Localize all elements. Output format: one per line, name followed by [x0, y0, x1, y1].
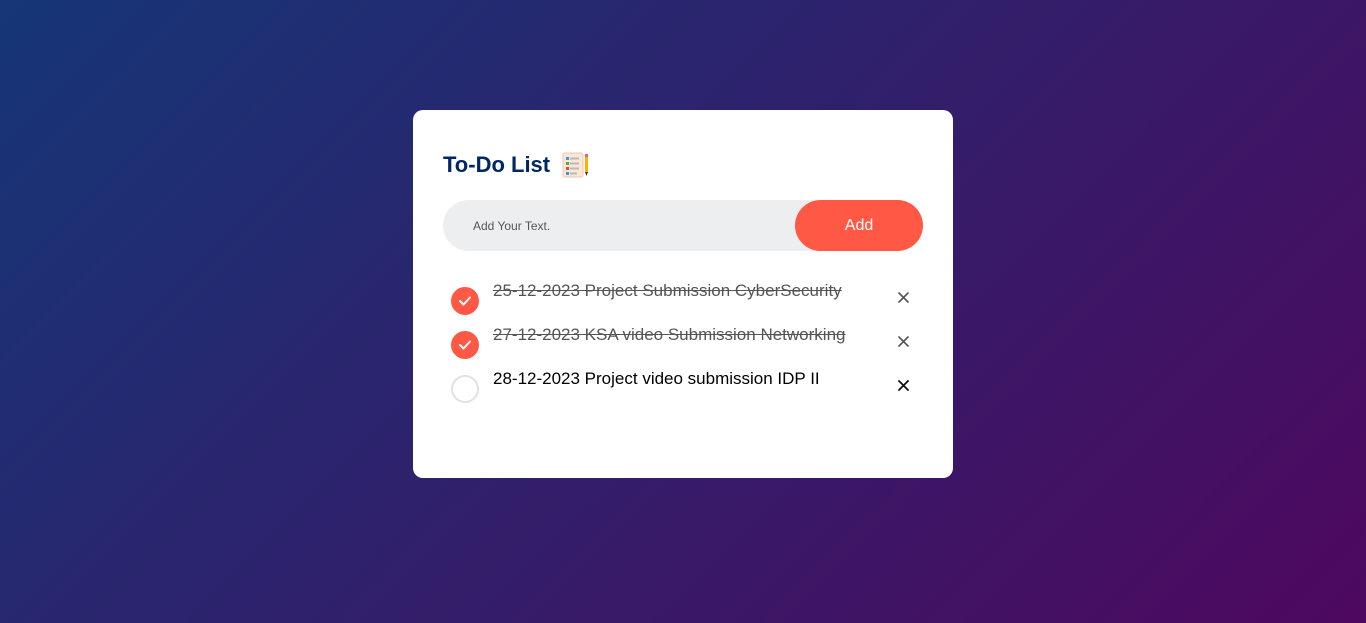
- check-icon[interactable]: [451, 331, 479, 359]
- add-task-row: Add: [443, 200, 923, 251]
- task-item[interactable]: 28-12-2023 Project video submission IDP …: [443, 365, 923, 409]
- task-text: 27-12-2023 KSA video Submission Networki…: [493, 325, 846, 344]
- close-icon[interactable]: [893, 375, 913, 395]
- task-list: 25-12-2023 Project Submission CyberSecur…: [443, 277, 923, 409]
- task-input[interactable]: [443, 200, 795, 251]
- close-icon[interactable]: [893, 331, 913, 351]
- todo-card: To-Do List Add Your Text. Add 25-12-2023…: [413, 110, 953, 478]
- task-text: 28-12-2023 Project video submission IDP …: [493, 369, 820, 388]
- check-icon[interactable]: [451, 287, 479, 315]
- task-text: 25-12-2023 Project Submission CyberSecur…: [493, 281, 842, 300]
- unchecked-circle-icon[interactable]: [451, 375, 479, 403]
- close-icon[interactable]: [893, 287, 913, 307]
- add-button[interactable]: Add: [795, 200, 923, 251]
- task-item[interactable]: 25-12-2023 Project Submission CyberSecur…: [443, 277, 923, 321]
- page-title: To-Do List: [443, 152, 551, 177]
- task-item[interactable]: 27-12-2023 KSA video Submission Networki…: [443, 321, 923, 365]
- checklist-notepad-icon: [562, 152, 590, 178]
- header: To-Do List: [443, 150, 923, 180]
